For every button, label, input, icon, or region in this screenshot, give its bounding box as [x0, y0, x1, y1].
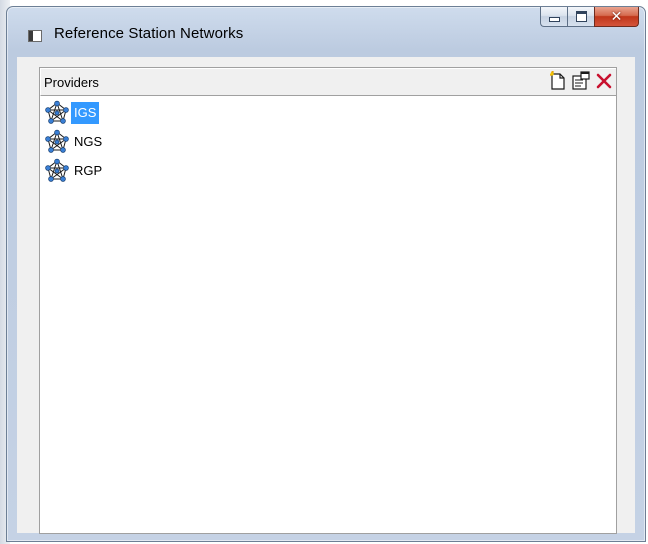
- minimize-icon: [548, 17, 560, 22]
- tree-item-ngs[interactable]: NGS: [44, 127, 616, 156]
- window-client-area: Providers IGS NGS RGP: [17, 57, 635, 534]
- providers-panel-header: Providers: [40, 68, 616, 96]
- tree-item-label: RGP: [74, 162, 103, 178]
- caption-buttons: ✕: [540, 7, 639, 32]
- maximize-button[interactable]: [567, 7, 594, 27]
- minimize-button[interactable]: [540, 7, 567, 27]
- network-icon: [44, 129, 70, 155]
- app-window-icon: [28, 30, 42, 42]
- providers-panel-title: Providers: [44, 75, 99, 90]
- maximize-icon: [575, 11, 587, 22]
- network-icon: [44, 158, 70, 184]
- providers-tree: IGS NGS RGP: [44, 98, 616, 533]
- close-icon: ✕: [610, 8, 623, 25]
- tree-item-igs[interactable]: IGS: [44, 98, 616, 127]
- tree-item-rgp[interactable]: RGP: [44, 156, 616, 185]
- properties-icon: [572, 71, 590, 90]
- delete-icon: [596, 73, 612, 89]
- title-bar[interactable]: Reference Station Networks ✕: [7, 7, 645, 57]
- new-document-icon: [550, 71, 565, 90]
- tree-item-label: NGS: [74, 133, 103, 149]
- delete-provider-button[interactable]: [594, 71, 614, 91]
- reference-station-networks-window: Reference Station Networks ✕ Providers I…: [6, 6, 646, 542]
- new-provider-button[interactable]: [548, 71, 568, 91]
- providers-toolbar: [548, 71, 614, 91]
- window-title: Reference Station Networks: [54, 25, 244, 42]
- tree-item-label: IGS: [71, 101, 100, 124]
- network-icon: [44, 100, 70, 126]
- providers-panel: Providers IGS NGS RGP: [39, 67, 617, 534]
- provider-properties-button[interactable]: [571, 71, 591, 91]
- close-button[interactable]: ✕: [594, 7, 639, 27]
